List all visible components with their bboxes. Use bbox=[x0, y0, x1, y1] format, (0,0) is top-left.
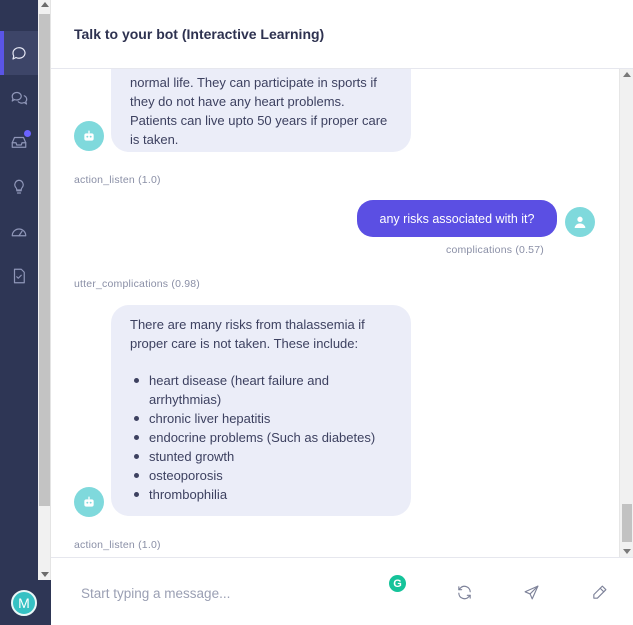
list-item: osteoporosis bbox=[111, 466, 411, 485]
robot-icon bbox=[84, 496, 94, 507]
nav-item-tests[interactable] bbox=[0, 254, 38, 298]
gauge-icon bbox=[11, 228, 27, 237]
chat-scrollbar[interactable] bbox=[619, 69, 633, 557]
nav-item-insights[interactable] bbox=[0, 165, 38, 209]
list-item-continuation: arrhythmias) bbox=[149, 392, 222, 407]
list-item: chronic liver hepatitis bbox=[111, 409, 411, 428]
scroll-up-arrow-icon[interactable] bbox=[623, 72, 631, 77]
chat-transcript[interactable]: normal life. They can participate in spo… bbox=[51, 69, 619, 557]
nav-item-conversations[interactable] bbox=[0, 76, 38, 120]
page-header: Talk to your bot (Interactive Learning) bbox=[51, 0, 633, 69]
risk-list: heart disease (heart failure and arrhyth… bbox=[111, 371, 411, 504]
message-line: proper care is not taken. These include: bbox=[130, 336, 359, 351]
scroll-down-arrow-icon[interactable] bbox=[623, 549, 631, 554]
action-label: action_listen (1.0) bbox=[74, 539, 161, 551]
user-message-avatar bbox=[565, 207, 595, 237]
robot-icon bbox=[84, 130, 94, 141]
nav-item-inbox[interactable] bbox=[0, 120, 38, 164]
nav-item-dashboard[interactable] bbox=[0, 210, 38, 254]
scroll-up-arrow-icon[interactable] bbox=[41, 2, 49, 7]
user-message: any risks associated with it? bbox=[357, 200, 557, 237]
message-line: normal life. They can participate in spo… bbox=[130, 75, 377, 90]
document-check-icon bbox=[13, 268, 25, 284]
nav-item-chat[interactable] bbox=[0, 31, 38, 75]
list-item: heart disease (heart failure and bbox=[111, 371, 411, 390]
message-input[interactable] bbox=[81, 580, 371, 606]
message-line: Patients can live upto 50 years if prope… bbox=[130, 113, 388, 128]
list-item: endocrine problems (Such as diabetes) bbox=[111, 428, 411, 447]
send-icon bbox=[524, 585, 538, 599]
edit-button[interactable] bbox=[589, 582, 609, 602]
nav-rail bbox=[0, 0, 38, 625]
person-icon bbox=[574, 216, 586, 228]
bot-avatar bbox=[74, 121, 104, 151]
message-line: is taken. bbox=[130, 132, 179, 147]
bot-message: normal life. They can participate in spo… bbox=[111, 69, 411, 152]
conversations-icon bbox=[11, 91, 28, 105]
intent-label: complications (0.57) bbox=[446, 244, 544, 256]
scroll-down-arrow-icon[interactable] bbox=[41, 572, 49, 577]
restart-button[interactable] bbox=[454, 582, 474, 602]
send-button[interactable] bbox=[521, 582, 541, 602]
pen-icon bbox=[592, 585, 606, 599]
lightbulb-icon bbox=[14, 179, 24, 194]
scrollbar-thumb[interactable] bbox=[39, 14, 50, 506]
bot-avatar bbox=[74, 487, 104, 517]
message-line: they do not have any heart problems. bbox=[130, 94, 345, 109]
chat-bubble-icon bbox=[12, 47, 26, 60]
action-label: action_listen (1.0) bbox=[74, 174, 161, 186]
scrollbar-thumb[interactable] bbox=[622, 504, 632, 542]
bot-message: There are many risks from thalassemia if… bbox=[111, 305, 411, 516]
message-composer: G bbox=[51, 557, 633, 625]
list-item: thrombophilia bbox=[111, 485, 411, 504]
action-label: utter_complications (0.98) bbox=[74, 278, 201, 290]
list-item: stunted growth bbox=[111, 447, 411, 466]
grammarly-badge[interactable]: G bbox=[389, 575, 406, 592]
rail-scrollbar[interactable] bbox=[38, 0, 51, 580]
page-title: Talk to your bot (Interactive Learning) bbox=[74, 26, 325, 42]
message-line: There are many risks from thalassemia if bbox=[130, 317, 365, 332]
notification-dot bbox=[24, 130, 31, 137]
restart-icon bbox=[457, 585, 471, 599]
user-avatar[interactable]: M bbox=[11, 590, 37, 616]
